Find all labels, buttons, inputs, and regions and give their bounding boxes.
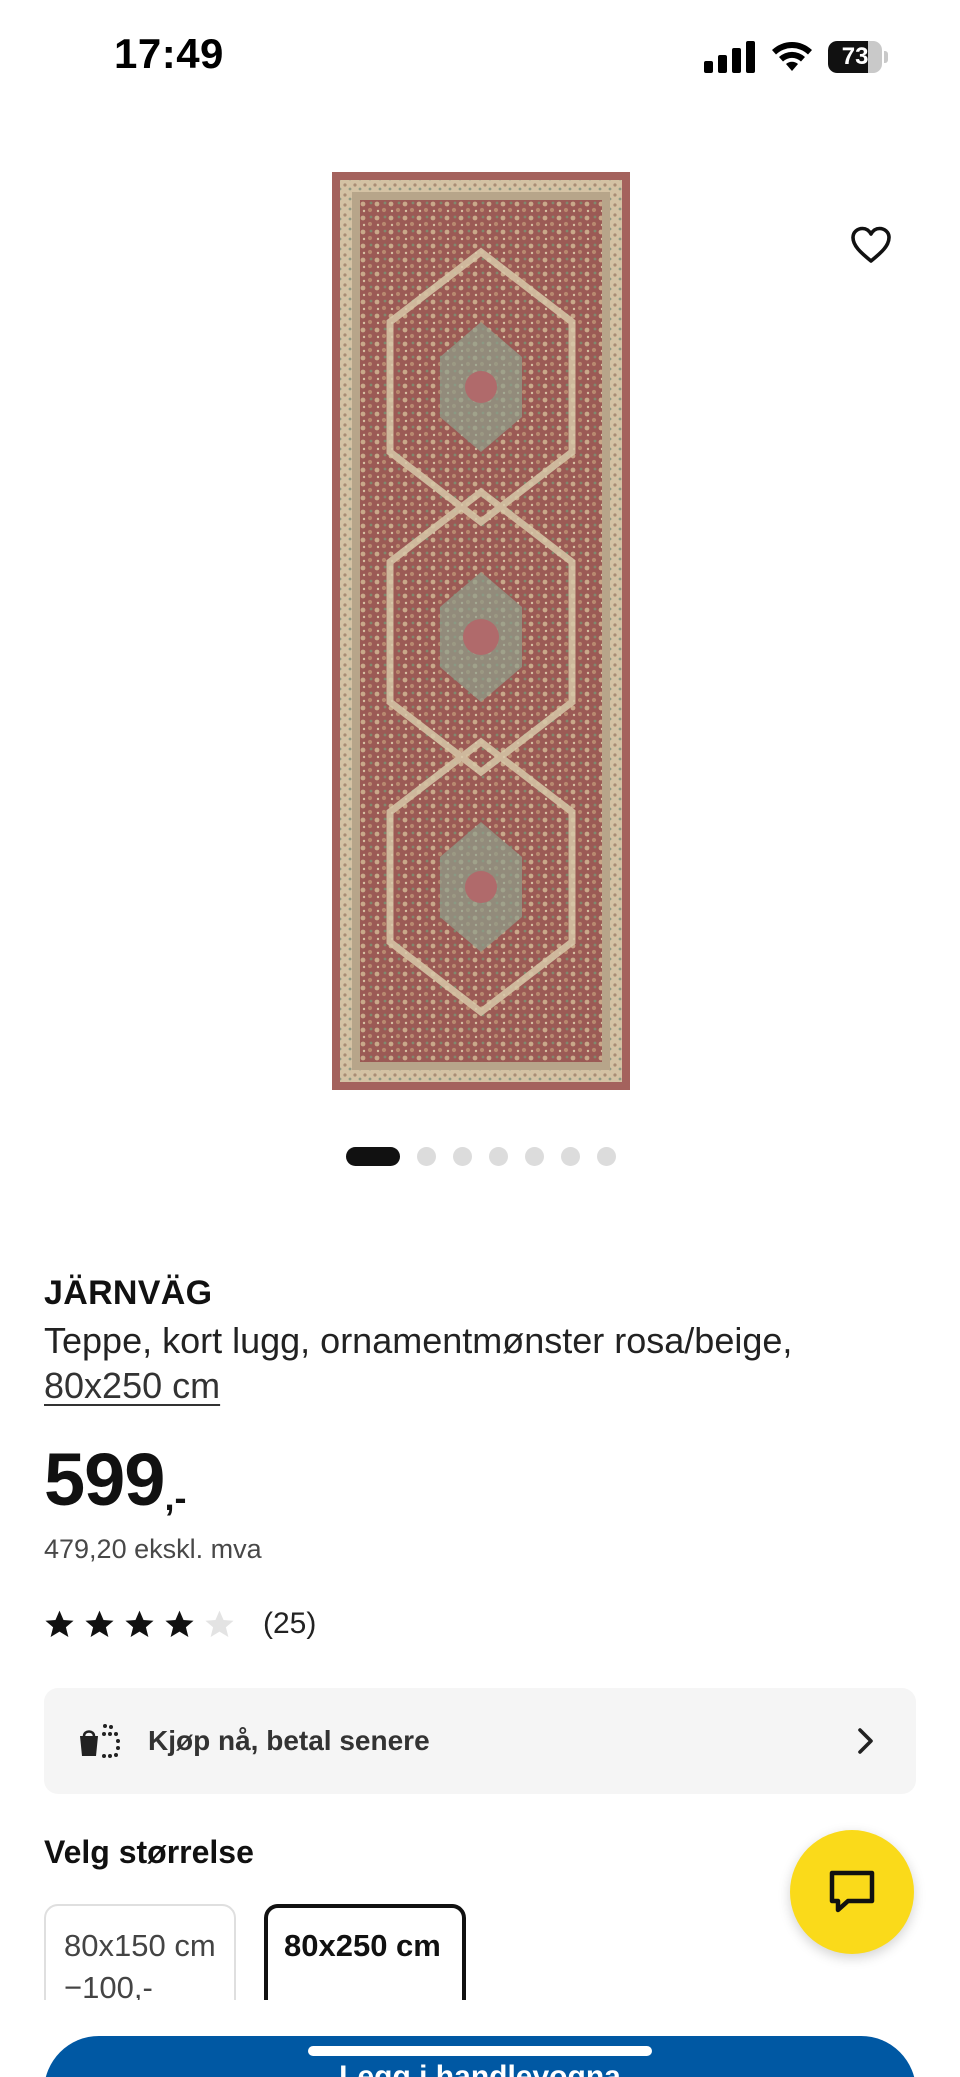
carousel-dot[interactable] [489,1146,508,1166]
cellular-signal-icon [704,41,755,73]
product-image[interactable] [332,172,630,1090]
star-filled-icon [125,1610,154,1638]
rating[interactable]: (25) [44,1604,316,1644]
size-option-80x250[interactable]: 80x250 cm [264,1904,466,2000]
rating-stars [44,1609,235,1639]
price-amount: 599 [44,1438,165,1521]
battery-cap [884,51,888,63]
chat-bubble-icon [829,1870,875,1913]
product-size-link[interactable]: 80x250 cm [44,1365,220,1406]
size-options: 80x150 cm −100,- 80x250 cm [44,1904,924,2000]
bag-icon [76,1721,124,1761]
carousel-dot[interactable] [597,1146,616,1166]
size-option-price: −100,- [64,1970,153,2000]
heart-outline-icon [851,226,891,263]
favorite-button[interactable] [840,214,902,276]
price: 599 ,- [44,1438,186,1522]
carousel-indicator [346,1146,616,1166]
status-time: 17:49 [114,30,224,77]
size-option-label: 80x150 cm [64,1928,216,1963]
bnpl-banner[interactable]: Kjøp nå, betal senere [44,1688,916,1794]
size-option-label: 80x250 cm [284,1928,441,1963]
carousel-dot[interactable] [346,1146,400,1166]
product-name: JÄRNVÄG [44,1274,213,1312]
star-filled-icon [85,1610,114,1638]
product-description: Teppe, kort lugg, ornamentmønster rosa/b… [44,1318,924,1408]
price-suffix: ,- [164,1477,187,1518]
product-description-text: Teppe, kort lugg, ornamentmønster rosa/b… [44,1320,793,1361]
star-filled-icon [165,1610,194,1638]
carousel-dot[interactable] [561,1146,580,1166]
rating-count: (25) [263,1607,317,1640]
home-indicator[interactable] [308,2046,652,2056]
carousel-dot[interactable] [417,1146,436,1166]
add-to-cart-label: Legg i handlevogna [339,2060,621,2077]
add-to-cart-button[interactable]: Legg i handlevogna [44,2036,916,2077]
battery-percentage: 73 [841,43,869,70]
size-option-80x150[interactable]: 80x150 cm −100,- [44,1904,236,2000]
status-icons: 73 [704,38,888,76]
chat-button[interactable] [790,1830,914,1954]
price-excl-vat: 479,20 ekskl. mva [44,1534,262,1564]
bnpl-label: Kjøp nå, betal senere [148,1725,430,1756]
carousel-dot[interactable] [453,1146,472,1166]
size-heading: Velg størrelse [44,1834,254,1870]
battery-indicator: 73 [828,41,888,73]
battery-body: 73 [828,41,883,73]
product-page: 17:49 73 JÄRNVÄG Teppe, kort lugg, ornam… [0,0,960,2077]
wifi-icon [772,42,812,71]
star-filled-icon [45,1610,74,1638]
chevron-right-icon [858,1728,873,1754]
star-empty-icon [205,1610,234,1638]
carousel-dot[interactable] [525,1146,544,1166]
